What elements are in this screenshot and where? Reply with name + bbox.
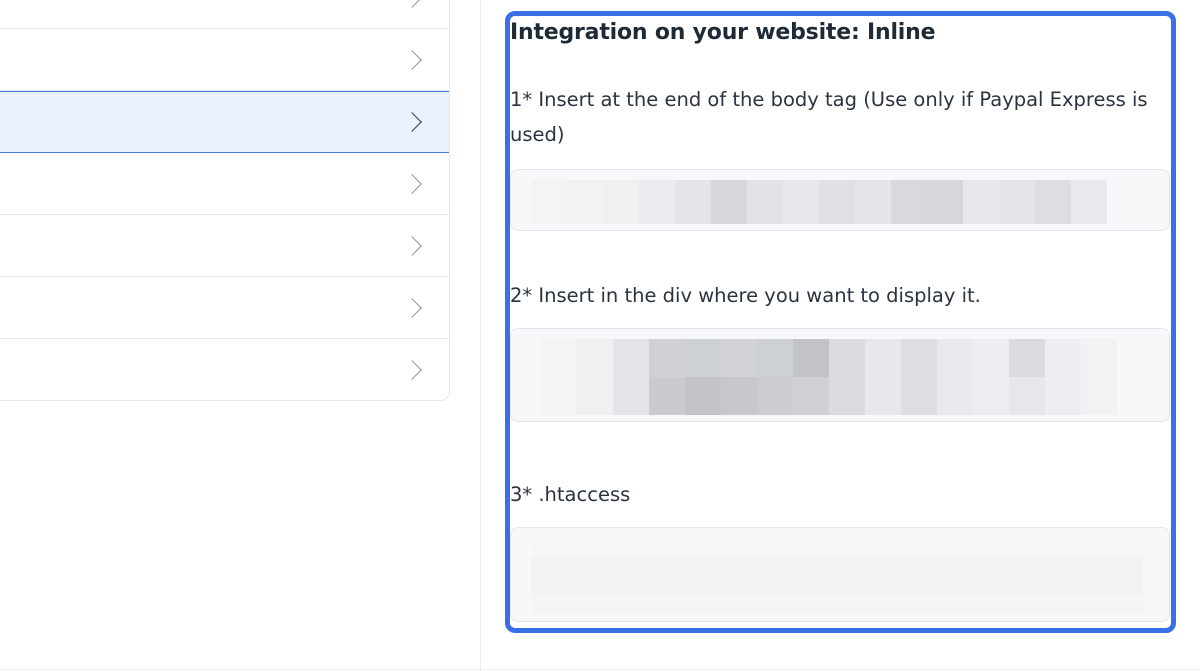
code-box-body-tag[interactable] xyxy=(510,169,1170,231)
integration-panel: Integration on your website: Inline 1* I… xyxy=(505,11,1176,633)
menu-item-5[interactable] xyxy=(0,277,449,339)
bottom-rule xyxy=(0,669,1200,670)
chevron-right-icon xyxy=(402,173,422,194)
step-1-label: 1* Insert at the end of the body tag (Us… xyxy=(510,88,1148,146)
menu-item-2-active[interactable] xyxy=(0,91,449,153)
chevron-right-icon xyxy=(402,360,422,380)
panel-title: Integration on your website: Inline xyxy=(510,20,936,45)
chevron-right-icon xyxy=(402,0,422,8)
menu-item-0[interactable] xyxy=(0,0,449,29)
step-2-label: 2* Insert in the div where you want to d… xyxy=(510,284,981,307)
chevron-right-icon xyxy=(402,297,422,318)
menu-item-1[interactable] xyxy=(0,29,449,91)
settings-menu xyxy=(0,0,450,401)
menu-item-4[interactable] xyxy=(0,215,449,277)
menu-item-6[interactable] xyxy=(0,339,449,400)
chevron-right-icon xyxy=(402,235,422,256)
code-box-div-embed[interactable] xyxy=(510,328,1170,422)
code-box-htaccess[interactable] xyxy=(510,527,1170,622)
step-3-label: 3* .htaccess xyxy=(510,483,631,506)
chevron-right-icon xyxy=(402,49,422,70)
menu-item-3[interactable] xyxy=(0,153,449,215)
content-separator xyxy=(480,0,481,671)
chevron-right-icon xyxy=(402,112,422,132)
